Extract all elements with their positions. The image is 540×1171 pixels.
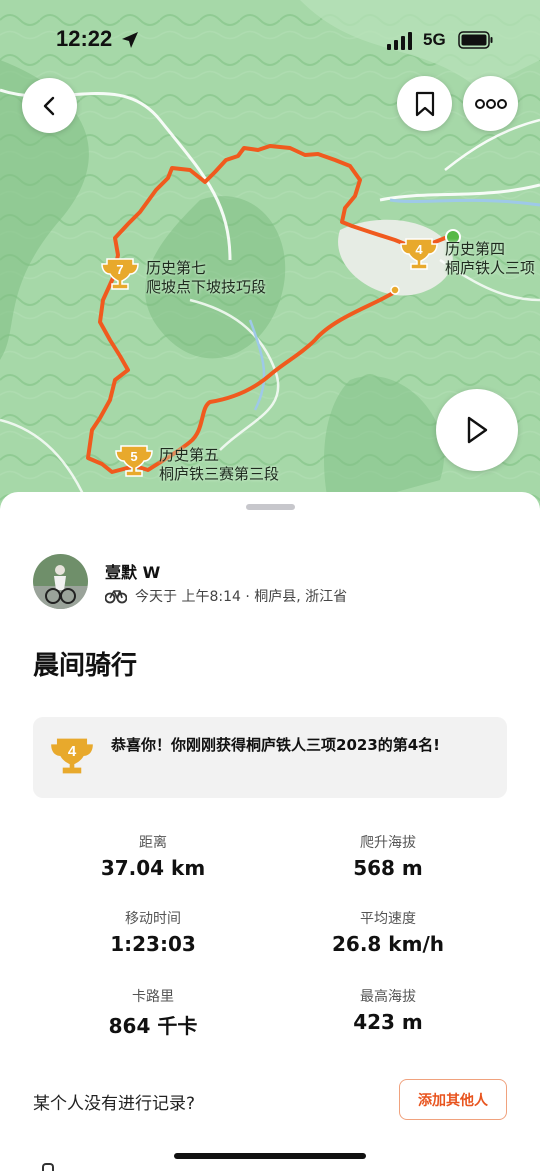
achievement-rank: 4 xyxy=(68,743,77,760)
trophy-icon[interactable]: 7 xyxy=(101,256,139,292)
activity-sheet: 壹默 W 今天于 上午8:14 · 桐庐县, 浙江省 晨间骑行 4 恭喜你！你刚… xyxy=(0,492,540,1171)
trophy-rank: 7 xyxy=(116,262,123,277)
battery-icon xyxy=(458,31,493,49)
trophy-rank: 5 xyxy=(130,449,137,464)
activity-title: 晨间骑行 xyxy=(33,651,138,681)
segment-label[interactable]: 历史第四 桐庐铁人三项 xyxy=(445,240,535,278)
segment-name: 爬坡点下坡技巧段 xyxy=(146,278,267,296)
segment-rank-text: 历史第五 xyxy=(159,446,220,464)
stat-label: 爬升海拔 xyxy=(360,835,416,851)
stat-elevation-gain: 爬升海拔 568 m xyxy=(288,832,488,880)
status-bar: 12:22 5G xyxy=(0,0,540,80)
segment-name: 桐庐铁人三项 xyxy=(445,259,536,277)
stat-value: 568 m xyxy=(353,856,423,880)
play-icon xyxy=(467,416,488,444)
stat-label: 平均速度 xyxy=(360,911,416,927)
trophy-icon[interactable]: 4 xyxy=(400,236,438,272)
segment-label[interactable]: 历史第五 桐庐铁三赛第三段 xyxy=(159,446,279,484)
missing-record-prompt: 某个人没有进行记录? xyxy=(33,1094,196,1114)
signal-icon xyxy=(387,32,412,50)
achievement-card[interactable]: 4 恭喜你！你刚刚获得桐庐铁人三项2023的第4名! xyxy=(33,717,507,798)
stat-value: 423 m xyxy=(353,1010,423,1034)
stat-label: 卡路里 xyxy=(132,989,174,1005)
more-options-button[interactable] xyxy=(463,76,518,131)
segment-name: 桐庐铁三赛第三段 xyxy=(159,465,280,483)
location-arrow-icon xyxy=(122,32,138,48)
segment-rank-text: 历史第四 xyxy=(445,240,506,258)
activity-meta-text: 今天于 上午8:14 · 桐庐县, 浙江省 xyxy=(135,589,348,605)
segment-label[interactable]: 历史第七 爬坡点下坡技巧段 xyxy=(146,259,266,297)
chevron-left-icon xyxy=(43,96,54,115)
stat-value: 37.04 km xyxy=(100,856,206,880)
sheet-drag-handle[interactable] xyxy=(246,504,295,510)
user-name[interactable]: 壹默 W xyxy=(105,559,160,583)
status-time: 12:22 xyxy=(56,26,113,51)
stat-value: 864 千卡 xyxy=(108,1014,198,1038)
network-type: 5G xyxy=(423,30,446,49)
flyby-play-button[interactable] xyxy=(436,389,518,471)
achievement-text: 恭喜你！你刚刚获得桐庐铁人三项2023的第4名! xyxy=(111,736,441,754)
route-map[interactable]: 7 历史第七 爬坡点下坡技巧段 4 历史第四 桐庐铁人三项 5 历史第五 桐庐铁… xyxy=(0,0,540,510)
stat-distance: 距离 37.04 km xyxy=(53,832,253,880)
stat-label: 距离 xyxy=(139,835,167,851)
more-icon xyxy=(474,98,507,109)
add-others-button[interactable]: 添加其他人 xyxy=(399,1079,507,1120)
back-button[interactable] xyxy=(22,78,77,133)
avatar[interactable] xyxy=(33,554,88,609)
next-section-icon xyxy=(42,1163,54,1171)
trophy-rank: 4 xyxy=(415,242,423,257)
segment-rank-text: 历史第七 xyxy=(146,259,207,277)
stat-moving-time: 移动时间 1:23:03 xyxy=(53,908,253,956)
stat-label: 最高海拔 xyxy=(360,989,416,1005)
stat-value: 26.8 km/h xyxy=(332,932,444,956)
stat-value: 1:23:03 xyxy=(110,932,196,956)
stat-avg-speed: 平均速度 26.8 km/h xyxy=(288,908,488,956)
stat-max-elevation: 最高海拔 423 m xyxy=(288,986,488,1034)
activity-meta: 今天于 上午8:14 · 桐庐县, 浙江省 xyxy=(105,586,347,606)
bike-icon xyxy=(105,590,127,604)
bookmark-icon xyxy=(415,91,434,116)
avatar-photo xyxy=(33,554,88,609)
trophy-icon: 4 xyxy=(51,738,93,774)
stat-calories: 卡路里 864 千卡 xyxy=(53,986,253,1039)
home-indicator[interactable] xyxy=(174,1153,366,1159)
trophy-icon[interactable]: 5 xyxy=(115,443,153,479)
stat-label: 移动时间 xyxy=(125,911,181,927)
bookmark-button[interactable] xyxy=(397,76,452,131)
